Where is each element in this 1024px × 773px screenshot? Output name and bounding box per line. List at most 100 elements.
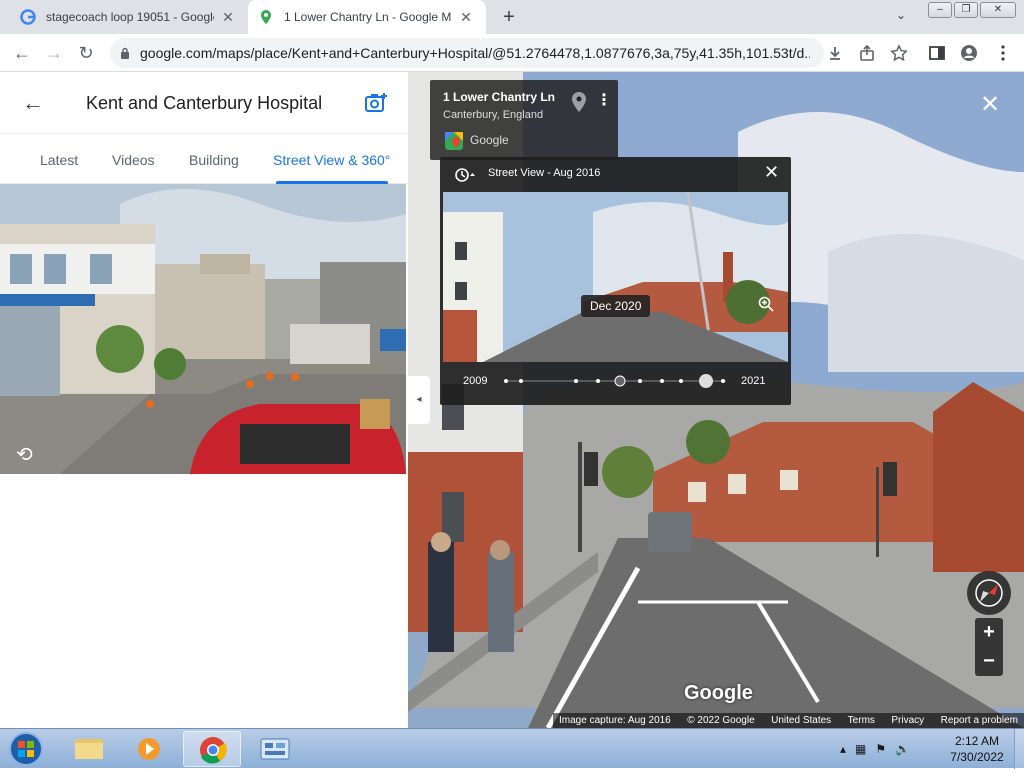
street-view-panorama[interactable]: 1 Lower Chantry Ln Canterbury, England ⋮… <box>408 72 1024 728</box>
close-street-view-button[interactable]: ✕ <box>980 90 1000 119</box>
clock-date: 7/30/2022 <box>950 750 1004 764</box>
address-title: 1 Lower Chantry Ln <box>443 90 556 104</box>
attribution-bar: Image capture: Aug 2016 © 2022 Google Un… <box>553 713 1024 728</box>
timeline-end-year: 2021 <box>741 375 766 387</box>
taskbar-chrome[interactable] <box>183 731 241 767</box>
browser-toolbar: ← → ↻ google.com/maps/place/Kent+and+Can… <box>0 34 1024 72</box>
address-bar[interactable]: google.com/maps/place/Kent+and+Canterbur… <box>110 38 824 68</box>
copyright: © 2022 Google <box>687 715 755 726</box>
taskbar-media-player[interactable] <box>120 731 178 767</box>
google-logo: Google <box>684 682 753 704</box>
control-panel-icon <box>260 738 290 760</box>
back-button[interactable]: ← <box>12 43 32 63</box>
preview-image <box>443 192 788 362</box>
more-options-icon[interactable]: ⋮ <box>596 90 612 110</box>
privacy-link[interactable]: Privacy <box>891 715 924 726</box>
google-maps-icon <box>445 132 463 150</box>
tab-close-icon[interactable]: ✕ <box>220 9 236 26</box>
hospital-photo <box>0 184 406 474</box>
tab-strip: stagecoach loop 19051 - Google ✕ 1 Lower… <box>0 0 1024 34</box>
new-tab-button[interactable]: + <box>498 6 520 29</box>
place-side-panel: ← Kent and Canterbury Hospital Latest Vi… <box>0 72 408 728</box>
timeline-stop[interactable] <box>721 379 725 383</box>
imagery-source: Google <box>470 133 509 147</box>
reload-button[interactable]: ↻ <box>76 43 96 63</box>
close-time-travel-button[interactable]: ✕ <box>764 162 779 183</box>
hover-date-tooltip: Dec 2020 <box>581 295 651 317</box>
sidepanel-icon[interactable] <box>928 44 946 62</box>
collapse-panel-button[interactable]: ◂ <box>408 376 430 424</box>
zoom-out-button[interactable]: − <box>975 647 1003 675</box>
panel-back-button[interactable]: ← <box>22 90 44 116</box>
clock-time: 2:12 AM <box>954 734 1000 748</box>
timeline-handle[interactable] <box>699 374 713 388</box>
action-center-flag-icon[interactable]: ⚑ <box>875 742 886 756</box>
timeline-stop[interactable] <box>679 379 683 383</box>
360-rotate-icon: ⟲ <box>16 444 33 466</box>
compass-icon[interactable] <box>966 570 1012 616</box>
star-icon[interactable] <box>890 44 908 62</box>
tab-google-search[interactable]: stagecoach loop 19051 - Google ✕ <box>10 0 246 34</box>
forward-button[interactable]: → <box>44 43 64 63</box>
zoom-control: + − <box>975 618 1003 676</box>
image-capture-date: Image capture: Aug 2016 <box>559 715 671 726</box>
panel-header: ← Kent and Canterbury Hospital <box>0 72 408 134</box>
address-subtitle: Canterbury, England <box>443 109 544 121</box>
share-icon[interactable] <box>858 44 876 62</box>
volume-icon[interactable]: 🔈 <box>895 742 910 756</box>
google-favicon-icon <box>20 9 36 25</box>
zoom-preview-icon[interactable] <box>758 296 774 312</box>
menu-icon[interactable] <box>994 44 1012 62</box>
history-clock-icon[interactable] <box>454 167 476 183</box>
place-title: Kent and Canterbury Hospital <box>86 93 323 113</box>
tab-building[interactable]: Building <box>189 152 239 168</box>
region-link[interactable]: United States <box>771 715 831 726</box>
photo-category-tabs: Latest Videos Building Street View & 360… <box>0 134 408 184</box>
tab-street-view-360[interactable]: Street View & 360° <box>273 152 390 168</box>
url-text: google.com/maps/place/Kent+and+Canterbur… <box>140 45 810 61</box>
chrome-icon <box>200 737 227 764</box>
tray-expand-icon[interactable]: ▴ <box>840 742 846 756</box>
report-problem-link[interactable]: Report a problem <box>941 715 1018 726</box>
network-icon[interactable]: ▦ <box>855 742 866 756</box>
taskbar-file-explorer[interactable] <box>60 731 118 767</box>
tab-latest[interactable]: Latest <box>40 152 78 168</box>
time-travel-preview[interactable] <box>443 192 788 362</box>
system-tray: ▴ ▦ ⚑ 🔈 <box>840 737 950 761</box>
taskbar-clock[interactable]: 2:12 AM 7/30/2022 <box>944 733 1010 765</box>
timeline-stop[interactable] <box>596 379 600 383</box>
minimize-button[interactable]: – <box>928 2 952 18</box>
timeline-stop[interactable] <box>660 379 664 383</box>
taskbar-control-panel[interactable] <box>246 731 304 767</box>
add-photo-icon[interactable] <box>364 92 388 114</box>
restore-button[interactable]: ❐ <box>954 2 978 18</box>
google-maps-favicon-icon <box>261 10 271 24</box>
tab-close-icon[interactable]: ✕ <box>458 9 474 26</box>
lock-icon <box>121 47 129 59</box>
timeline-slider[interactable] <box>504 369 726 393</box>
timeline-stop[interactable] <box>504 379 508 383</box>
timeline-stop[interactable] <box>519 379 523 383</box>
download-icon[interactable] <box>826 44 844 62</box>
timeline-stop-hovered[interactable] <box>614 375 626 387</box>
tab-videos[interactable]: Videos <box>112 152 155 168</box>
window-close-button[interactable]: ✕ <box>980 2 1016 18</box>
zoom-in-button[interactable]: + <box>975 618 1003 646</box>
start-orb-icon[interactable] <box>6 731 46 767</box>
address-card: 1 Lower Chantry Ln Canterbury, England ⋮… <box>430 80 618 160</box>
time-travel-title: Street View - Aug 2016 <box>488 167 601 179</box>
terms-link[interactable]: Terms <box>848 715 875 726</box>
timeline-stop[interactable] <box>638 379 642 383</box>
map-pin-icon[interactable] <box>572 92 586 112</box>
tab-google-maps[interactable]: 1 Lower Chantry Ln - Google Ma ✕ <box>248 0 486 34</box>
time-travel-panel: Street View - Aug 2016 ✕ Dec 2020 2009 2… <box>440 157 791 405</box>
timeline-stop[interactable] <box>574 379 578 383</box>
timeline-start-year: 2009 <box>463 375 488 387</box>
tab-title: stagecoach loop 19051 - Google <box>46 10 214 24</box>
profile-icon[interactable] <box>960 44 978 62</box>
windows-taskbar: ▴ ▦ ⚑ 🔈 2:12 AM 7/30/2022 <box>0 728 1024 769</box>
media-player-icon <box>138 738 160 760</box>
tab-search-button[interactable]: ⌄ <box>896 8 906 22</box>
show-desktop-button[interactable] <box>1014 729 1024 769</box>
street-view-thumbnail[interactable]: ⟲ <box>0 184 406 474</box>
